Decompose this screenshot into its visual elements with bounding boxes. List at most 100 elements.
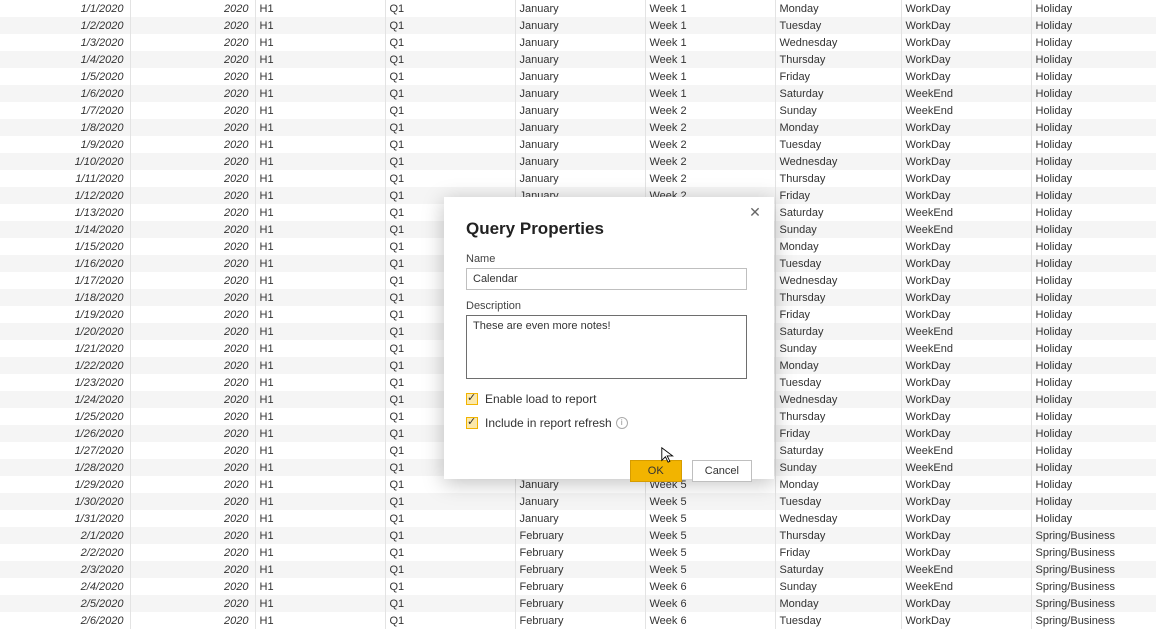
cell-hol: Holiday [1031,289,1156,306]
cell-month: February [515,595,645,612]
table-row[interactable]: 1/4/20202020H1Q1JanuaryWeek 1ThursdayWor… [0,51,1156,68]
cell-year: 2020 [130,34,255,51]
cell-q: Q1 [385,17,515,34]
cell-day: Wednesday [775,272,901,289]
cell-wk: WorkDay [901,0,1031,17]
cell-month: January [515,510,645,527]
cell-year: 2020 [130,323,255,340]
cell-week: Week 1 [645,85,775,102]
cell-hol: Holiday [1031,510,1156,527]
cell-year: 2020 [130,170,255,187]
cell-half: H1 [255,493,385,510]
cell-year: 2020 [130,255,255,272]
cell-wk: WorkDay [901,289,1031,306]
cell-hol: Holiday [1031,391,1156,408]
table-row[interactable]: 1/2/20202020H1Q1JanuaryWeek 1TuesdayWork… [0,17,1156,34]
query-properties-dialog: ✕ Query Properties Name Description Enab… [444,197,774,479]
cell-month: January [515,68,645,85]
cell-date: 1/3/2020 [0,34,130,51]
cell-wk: WorkDay [901,170,1031,187]
cell-wk: WorkDay [901,493,1031,510]
cell-date: 1/9/2020 [0,136,130,153]
cell-day: Friday [775,306,901,323]
cell-wk: WorkDay [901,391,1031,408]
cell-year: 2020 [130,119,255,136]
cell-date: 1/5/2020 [0,68,130,85]
cell-day: Friday [775,544,901,561]
cell-week: Week 2 [645,153,775,170]
table-row[interactable]: 2/4/20202020H1Q1FebruaryWeek 6SundayWeek… [0,578,1156,595]
cell-month: January [515,102,645,119]
cell-week: Week 1 [645,34,775,51]
cell-month: February [515,544,645,561]
cell-hol: Holiday [1031,306,1156,323]
cell-hol: Holiday [1031,357,1156,374]
enable-load-checkbox[interactable] [466,393,478,405]
table-row[interactable]: 2/5/20202020H1Q1FebruaryWeek 6MondayWork… [0,595,1156,612]
cell-hol: Holiday [1031,51,1156,68]
cell-week: Week 1 [645,0,775,17]
cell-year: 2020 [130,153,255,170]
cell-q: Q1 [385,0,515,17]
cell-q: Q1 [385,595,515,612]
table-row[interactable]: 1/9/20202020H1Q1JanuaryWeek 2TuesdayWork… [0,136,1156,153]
cell-half: H1 [255,85,385,102]
cell-q: Q1 [385,51,515,68]
table-row[interactable]: 1/8/20202020H1Q1JanuaryWeek 2MondayWorkD… [0,119,1156,136]
cell-day: Thursday [775,51,901,68]
cell-year: 2020 [130,578,255,595]
table-row[interactable]: 1/7/20202020H1Q1JanuaryWeek 2SundayWeekE… [0,102,1156,119]
cell-day: Saturday [775,561,901,578]
description-input[interactable] [466,315,747,379]
cell-wk: WorkDay [901,136,1031,153]
cell-half: H1 [255,442,385,459]
table-row[interactable]: 1/3/20202020H1Q1JanuaryWeek 1WednesdayWo… [0,34,1156,51]
cell-hol: Holiday [1031,476,1156,493]
cell-q: Q1 [385,34,515,51]
close-icon[interactable]: ✕ [746,205,764,223]
cell-day: Sunday [775,578,901,595]
cell-week: Week 6 [645,578,775,595]
cell-q: Q1 [385,527,515,544]
table-row[interactable]: 2/3/20202020H1Q1FebruaryWeek 5SaturdayWe… [0,561,1156,578]
table-row[interactable]: 2/1/20202020H1Q1FebruaryWeek 5ThursdayWo… [0,527,1156,544]
cell-q: Q1 [385,510,515,527]
cell-date: 1/29/2020 [0,476,130,493]
cell-hol: Holiday [1031,272,1156,289]
cell-hol: Holiday [1031,238,1156,255]
cell-year: 2020 [130,51,255,68]
cell-year: 2020 [130,17,255,34]
info-icon[interactable]: i [616,417,628,429]
cell-half: H1 [255,102,385,119]
cell-hol: Holiday [1031,204,1156,221]
cell-half: H1 [255,425,385,442]
cell-q: Q1 [385,578,515,595]
cell-week: Week 1 [645,17,775,34]
cell-year: 2020 [130,340,255,357]
table-row[interactable]: 1/10/20202020H1Q1JanuaryWeek 2WednesdayW… [0,153,1156,170]
table-row[interactable]: 1/31/20202020H1Q1JanuaryWeek 5WednesdayW… [0,510,1156,527]
cell-month: February [515,578,645,595]
cell-date: 1/23/2020 [0,374,130,391]
cancel-button[interactable]: Cancel [692,460,752,482]
table-row[interactable]: 1/5/20202020H1Q1JanuaryWeek 1FridayWorkD… [0,68,1156,85]
cell-date: 1/25/2020 [0,408,130,425]
table-row[interactable]: 1/6/20202020H1Q1JanuaryWeek 1SaturdayWee… [0,85,1156,102]
cell-hol: Spring/Business [1031,527,1156,544]
cell-date: 1/18/2020 [0,289,130,306]
table-row[interactable]: 2/2/20202020H1Q1FebruaryWeek 5FridayWork… [0,544,1156,561]
cell-date: 1/14/2020 [0,221,130,238]
ok-button[interactable]: OK [630,460,682,482]
name-input[interactable] [466,268,747,290]
cell-year: 2020 [130,493,255,510]
cell-q: Q1 [385,68,515,85]
table-row[interactable]: 1/11/20202020H1Q1JanuaryWeek 2ThursdayWo… [0,170,1156,187]
cell-half: H1 [255,238,385,255]
cell-year: 2020 [130,391,255,408]
cell-year: 2020 [130,408,255,425]
table-row[interactable]: 1/1/20202020H1Q1JanuaryWeek 1MondayWorkD… [0,0,1156,17]
cell-date: 2/4/2020 [0,578,130,595]
cell-date: 1/22/2020 [0,357,130,374]
include-refresh-checkbox[interactable] [466,417,478,429]
cell-wk: WeekEnd [901,102,1031,119]
